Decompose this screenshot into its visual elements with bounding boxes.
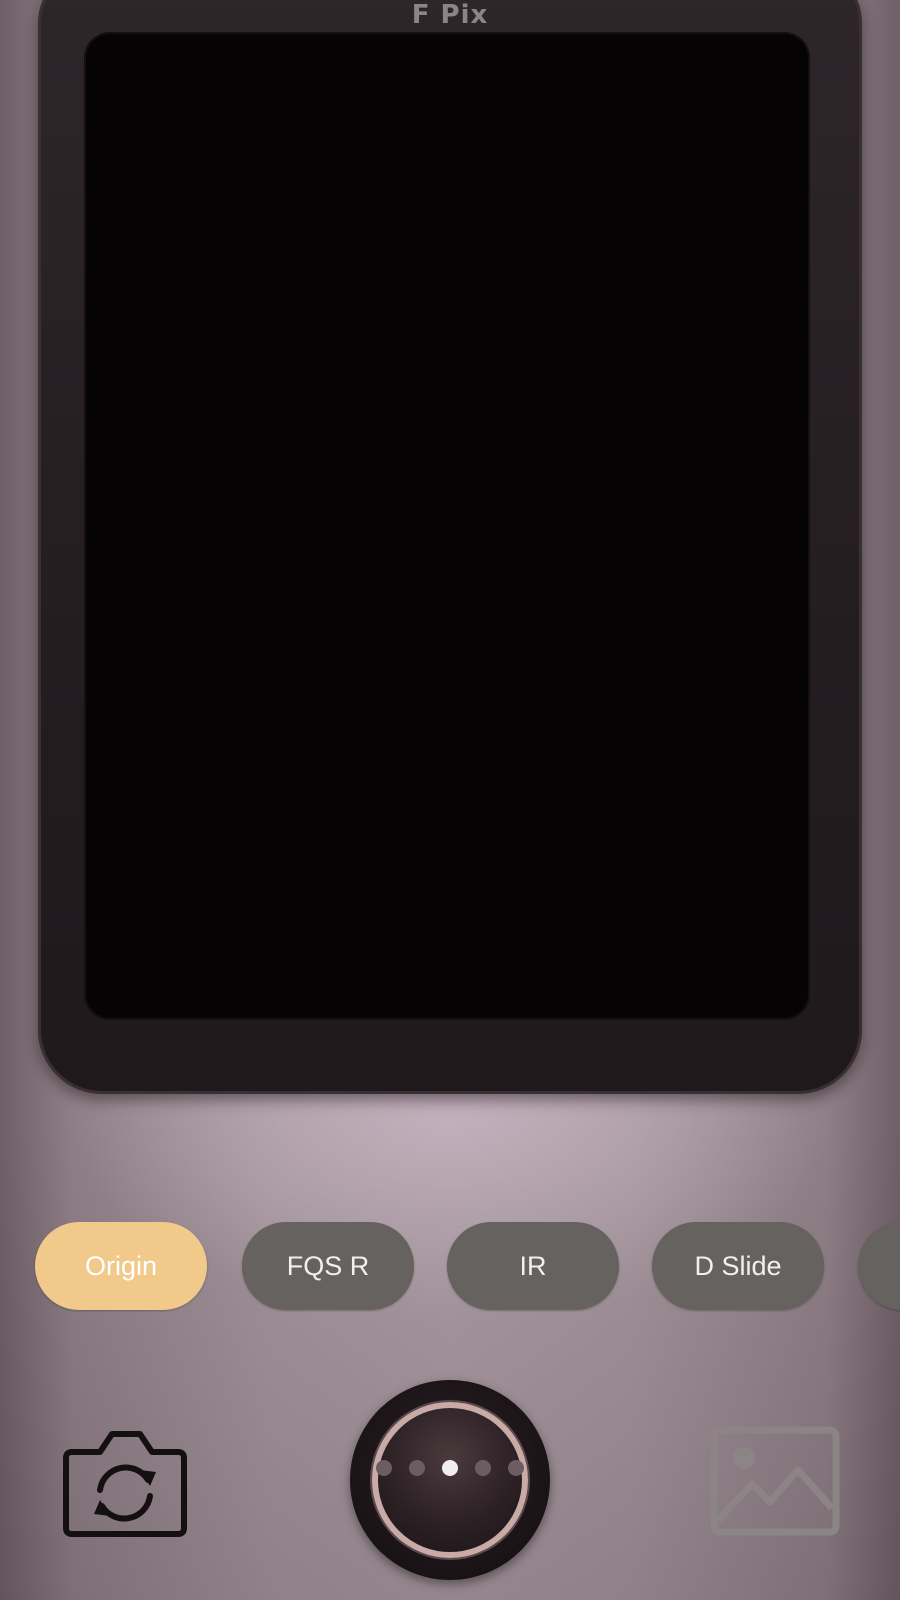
filter-ir-button[interactable]: IR <box>447 1222 619 1310</box>
page-indicator <box>376 1460 524 1476</box>
device-frame: F Pix <box>38 0 862 1094</box>
filter-fqs-r-button[interactable]: FQS R <box>242 1222 414 1310</box>
filter-strip[interactable]: Origin FQS R IR D Slide <box>0 1222 900 1312</box>
page-dot-active <box>442 1460 458 1476</box>
brand-label: F Pix <box>411 0 489 30</box>
shutter-ring <box>372 1402 528 1558</box>
filter-next-button[interactable] <box>858 1222 900 1310</box>
page-dot <box>508 1460 524 1476</box>
page-dot <box>409 1460 425 1476</box>
camera-viewfinder[interactable] <box>84 32 810 1020</box>
page-dot <box>475 1460 491 1476</box>
page-dot <box>376 1460 392 1476</box>
shutter-button[interactable] <box>350 1380 550 1580</box>
gallery-button[interactable] <box>708 1424 842 1538</box>
filter-origin-button[interactable]: Origin <box>35 1222 207 1310</box>
filter-d-slide-button[interactable]: D Slide <box>652 1222 824 1310</box>
camera-switch-button[interactable] <box>62 1428 188 1538</box>
camera-switch-icon <box>63 1431 187 1537</box>
gallery-icon <box>710 1426 840 1536</box>
